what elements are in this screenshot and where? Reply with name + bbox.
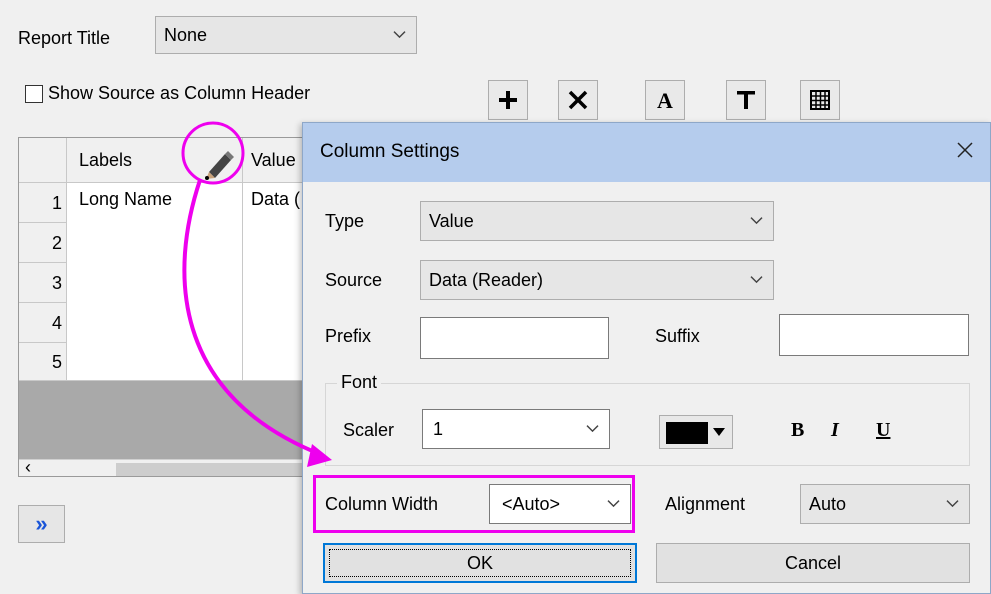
font-color-button[interactable]: [659, 415, 733, 449]
dialog-title: Column Settings: [320, 141, 460, 162]
column-width-highlight: [313, 475, 635, 533]
alignment-dropdown[interactable]: Auto: [800, 484, 970, 524]
show-source-label: Show Source as Column Header: [48, 83, 311, 103]
delete-x-icon: [568, 90, 588, 110]
report-title-label: Report Title: [18, 28, 111, 48]
bold-button[interactable]: B: [791, 419, 804, 442]
italic-button[interactable]: I: [831, 419, 839, 442]
row-number[interactable]: 5: [19, 343, 67, 381]
prefix-input[interactable]: [420, 317, 609, 359]
pencil-icon[interactable]: [201, 148, 235, 180]
source-dropdown[interactable]: Data (Reader): [420, 260, 774, 300]
scaler-combobox[interactable]: 1: [422, 409, 610, 449]
plus-icon: [499, 91, 517, 109]
font-button[interactable]: A: [645, 80, 685, 120]
scaler-label: Scaler: [343, 420, 395, 440]
font-group-label: Font: [337, 372, 382, 393]
grid-empty-area: [19, 381, 317, 459]
delete-button[interactable]: [558, 80, 598, 120]
type-label: Type: [325, 211, 365, 231]
prefix-label: Prefix: [325, 326, 372, 346]
grid-corner[interactable]: [19, 138, 67, 183]
source-label: Source: [325, 270, 383, 290]
horizontal-scrollbar[interactable]: ‹: [19, 457, 317, 476]
chevron-down-icon: [393, 31, 406, 39]
row-number[interactable]: 4: [19, 303, 67, 343]
type-dropdown[interactable]: Value: [420, 201, 774, 241]
table-grid-icon: [810, 90, 830, 110]
column-grid: Labels Value 1 2 3 4 5 Long Name Data ( …: [18, 137, 318, 477]
close-icon[interactable]: [952, 137, 978, 163]
suffix-label: Suffix: [655, 326, 700, 346]
row-number[interactable]: 2: [19, 223, 67, 263]
report-title-value: None: [164, 24, 208, 45]
scrollbar-thumb[interactable]: [116, 463, 317, 476]
cancel-button[interactable]: Cancel: [656, 543, 970, 583]
table-button[interactable]: [800, 80, 840, 120]
chevron-down-icon: [750, 276, 763, 284]
alignment-label: Alignment: [665, 494, 746, 514]
scroll-left-arrow[interactable]: ‹: [25, 457, 31, 476]
report-title-dropdown[interactable]: None: [155, 16, 417, 54]
cancel-label: Cancel: [784, 552, 842, 573]
underline-button[interactable]: U: [876, 419, 890, 442]
source-value: Data (Reader): [429, 269, 544, 290]
alignment-value: Auto: [809, 493, 847, 514]
suffix-input[interactable]: [779, 314, 969, 356]
chevron-down-icon: [586, 425, 599, 433]
color-swatch: [666, 422, 708, 444]
chevron-down-icon: [750, 217, 763, 225]
row-number[interactable]: 1: [19, 183, 67, 223]
font-a-icon: A: [657, 88, 673, 113]
expand-button[interactable]: »: [18, 505, 65, 543]
scaler-value: 1: [433, 418, 444, 439]
svg-text:A: A: [657, 88, 673, 113]
text-t-icon: [737, 91, 755, 109]
labels-cell[interactable]: Long Name: [67, 183, 243, 381]
row-number[interactable]: 3: [19, 263, 67, 303]
add-button[interactable]: [488, 80, 528, 120]
dialog-titlebar[interactable]: Column Settings: [303, 123, 990, 182]
text-button[interactable]: [726, 80, 766, 120]
show-source-checkbox[interactable]: [25, 85, 43, 103]
focus-rectangle: [329, 549, 631, 577]
type-value: Value: [429, 210, 474, 231]
dropdown-arrow-icon: [713, 428, 725, 436]
chevron-down-icon: [946, 500, 959, 508]
ok-button[interactable]: OK: [323, 543, 637, 583]
